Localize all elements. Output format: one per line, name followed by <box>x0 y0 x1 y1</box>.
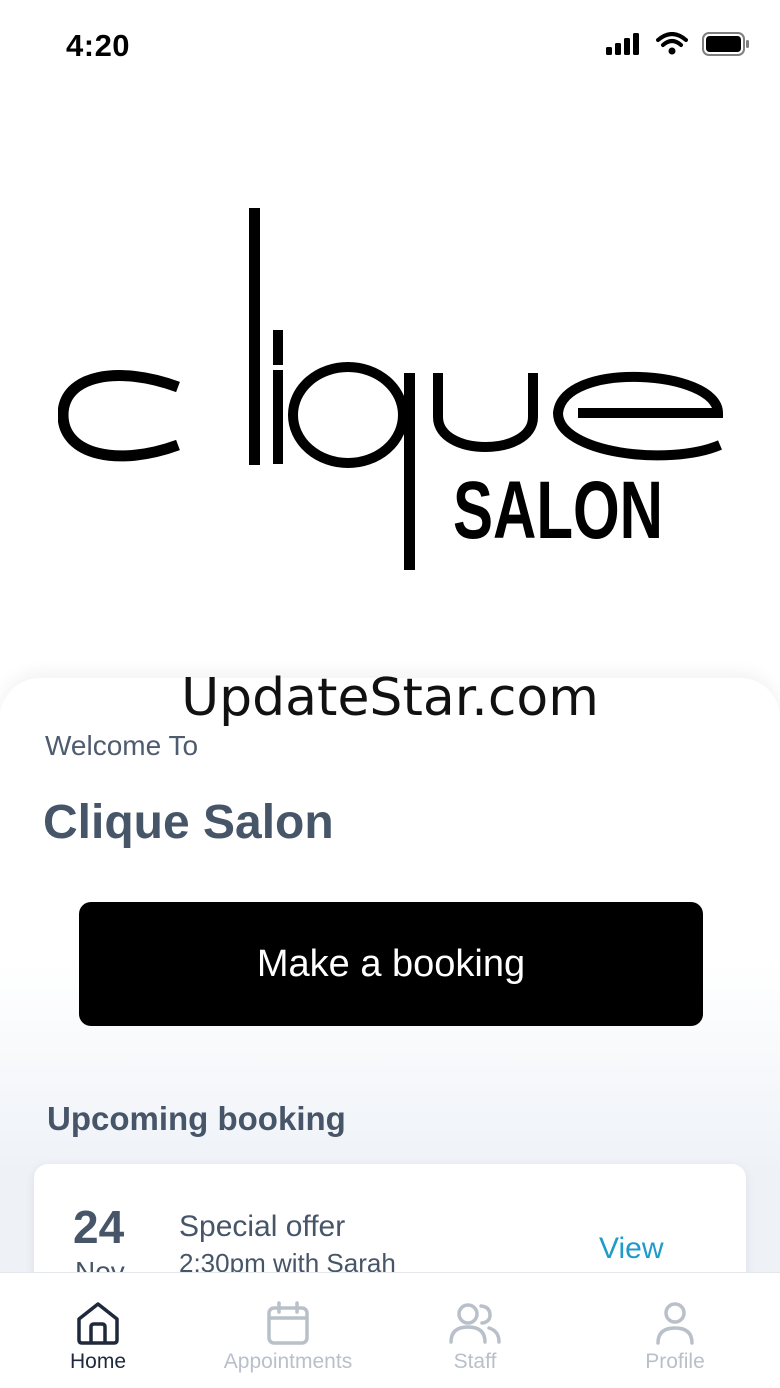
tab-appointments-label: Appointments <box>223 1350 353 1373</box>
status-bar: 4:20 <box>0 0 780 95</box>
booking-title: Special offer <box>179 1210 346 1243</box>
tab-home[interactable]: Home <box>50 1273 146 1388</box>
home-icon <box>75 1299 121 1347</box>
booking-day: 24 <box>73 1201 125 1253</box>
status-time: 4:20 <box>66 28 131 63</box>
tab-bar: Home Appointments Staff Profile <box>0 1272 780 1388</box>
view-booking-link[interactable]: View <box>599 1232 663 1266</box>
make-booking-button[interactable]: Make a booking <box>79 902 703 1026</box>
upcoming-heading: Upcoming booking <box>47 1100 346 1137</box>
tab-home-label: Home <box>69 1350 127 1373</box>
wifi-icon <box>656 32 688 55</box>
salon-logo: SALON <box>58 208 724 570</box>
welcome-label: Welcome To <box>45 730 199 761</box>
logo-subtitle: SALON <box>453 465 663 556</box>
calendar-icon <box>265 1299 311 1347</box>
signal-icon <box>606 33 639 55</box>
tab-appointments[interactable]: Appointments <box>200 1273 376 1388</box>
battery-icon <box>702 32 749 56</box>
tab-profile-label: Profile <box>645 1350 705 1373</box>
status-icons <box>606 32 750 56</box>
user-icon <box>652 1299 698 1347</box>
tab-staff-label: Staff <box>453 1350 497 1373</box>
tab-staff[interactable]: Staff <box>430 1273 520 1388</box>
watermark: UpdateStar.com <box>181 668 599 728</box>
users-icon <box>448 1299 502 1347</box>
salon-name: Clique Salon <box>43 796 334 849</box>
tab-profile[interactable]: Profile <box>625 1273 725 1388</box>
